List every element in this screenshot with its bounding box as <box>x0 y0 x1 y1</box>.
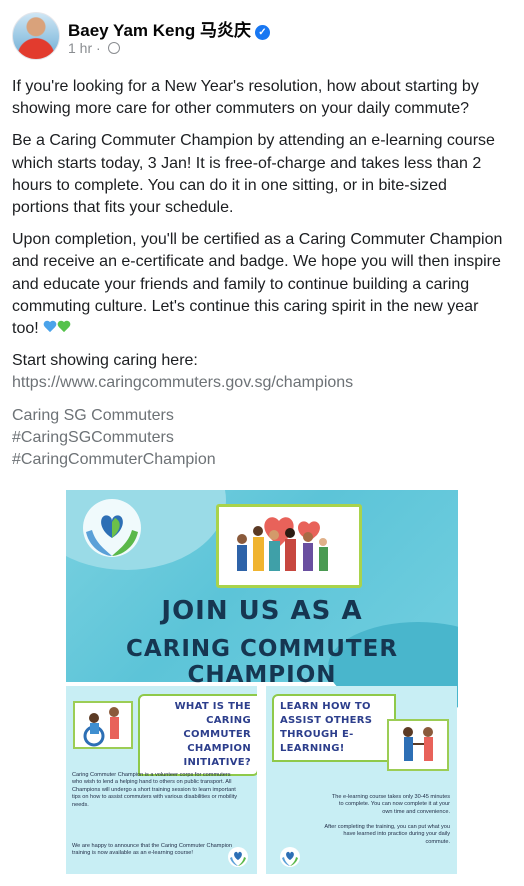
poster-title-line-1: JOIN US AS A <box>161 596 363 626</box>
panel-heading: LEARN HOW TO ASSIST OTHERS THROUGH E-LEA… <box>272 694 396 762</box>
page-tag[interactable]: Caring SG Commuters <box>12 405 508 427</box>
panel-text: We are happy to announce that the Caring… <box>72 843 233 857</box>
people-illustration <box>216 504 362 588</box>
post-paragraph: If you're looking for a New Year's resol… <box>12 78 479 118</box>
poster-left-panel: WHAT IS THE CARING COMMUTER CHAMPION INI… <box>66 686 257 874</box>
post-paragraph: Start showing caring here: https://www.c… <box>12 350 508 394</box>
panel-text: Caring Commuter Champion is a volunteer … <box>72 772 238 808</box>
caring-commuters-logo <box>83 499 141 557</box>
helping-illustration <box>387 719 449 771</box>
post-time[interactable]: 1 hr · <box>68 40 101 56</box>
panel-text: The e-learning course takes only 30-45 m… <box>331 794 450 815</box>
link-label: Start showing caring here: <box>12 352 198 370</box>
hashtag[interactable]: #CaringSGCommuters <box>12 427 508 449</box>
champions-link[interactable]: https://www.caringcommuters.gov.sg/champ… <box>12 374 353 391</box>
hashtags: Caring SG Commuters #CaringSGCommuters #… <box>12 405 508 472</box>
people-hearts-illustration <box>237 517 328 571</box>
post-paragraph: Be a Caring Commuter Champion by attendi… <box>12 132 495 217</box>
poster-top-panel: JOIN US AS A CARING COMMUTER CHAMPION <box>66 490 458 712</box>
author-name[interactable]: Baey Yam Keng 马炎庆 <box>68 21 251 40</box>
post-body: If you're looking for a New Year's resol… <box>12 76 508 471</box>
mini-logo-icon <box>228 847 248 867</box>
panel-text: After completing the training, you can p… <box>324 824 450 845</box>
wheelchair-illustration <box>73 701 133 749</box>
verified-badge-icon: ✓ <box>254 25 270 40</box>
author-name-row[interactable]: Baey Yam Keng 马炎庆 ✓ <box>68 16 270 41</box>
post-paragraph-text: Upon completion, you'll be certified as … <box>12 231 503 338</box>
poster-right-panel: LEARN HOW TO ASSIST OTHERS THROUGH E-LEA… <box>266 686 457 874</box>
blue-heart-icon <box>43 321 57 334</box>
hashtag[interactable]: #CaringCommuterChampion <box>12 449 508 471</box>
green-heart-icon <box>57 321 71 334</box>
post-header: Baey Yam Keng 马炎庆 ✓ 1 hr · <box>12 10 512 60</box>
post-paragraph: Upon completion, you'll be certified as … <box>12 229 508 340</box>
globe-icon <box>107 42 120 54</box>
poster-image[interactable]: JOIN US AS A CARING COMMUTER CHAMPION WH… <box>66 490 458 878</box>
poster-title-line-2: CARING COMMUTER CHAMPION <box>125 636 399 688</box>
panel-heading: WHAT IS THE CARING COMMUTER CHAMPION INI… <box>138 694 257 776</box>
avatar[interactable] <box>12 12 60 60</box>
post-meta: 1 hr · <box>68 40 120 56</box>
mini-logo-icon <box>280 847 300 867</box>
